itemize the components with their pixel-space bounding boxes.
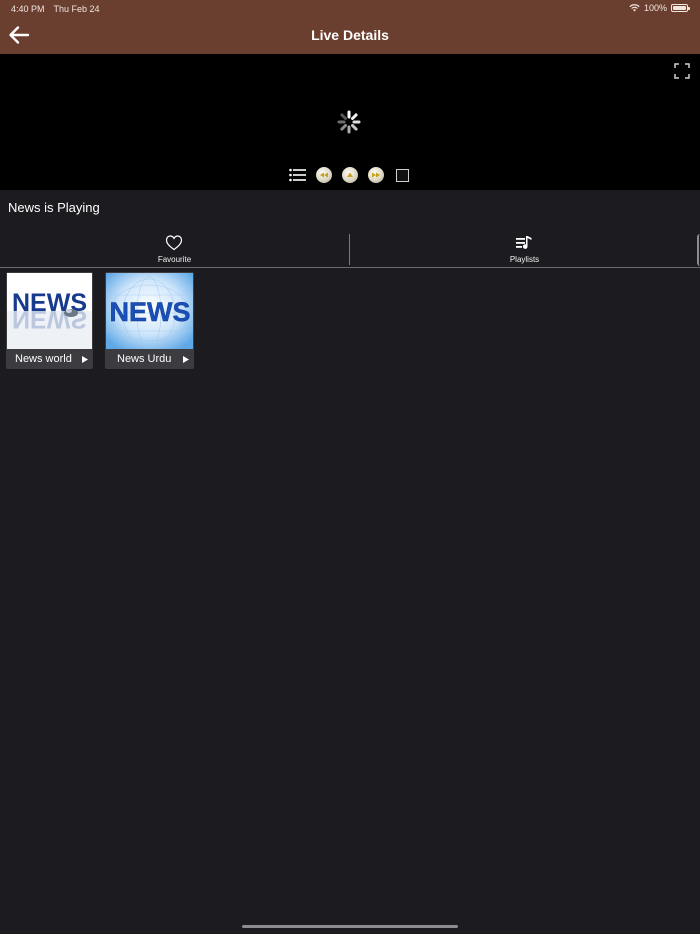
- status-date: Thu Feb 24: [53, 4, 100, 14]
- video-player[interactable]: [0, 54, 700, 190]
- status-time: 4:40 PM: [11, 4, 45, 14]
- rewind-button[interactable]: [316, 167, 332, 183]
- play-button[interactable]: [342, 167, 358, 183]
- battery-icon: [671, 4, 690, 12]
- tab-playlists[interactable]: Playlists: [350, 228, 699, 268]
- status-bar-right: 100%: [629, 3, 690, 13]
- thumb-text: NEWS: [110, 297, 191, 327]
- app-header: 4:40 PM Thu Feb 24 100% Live Details: [0, 0, 700, 54]
- loading-spinner-icon: [337, 110, 361, 134]
- tab-bar: Favourite Playlists: [0, 228, 700, 268]
- play-arrow-icon: [183, 356, 189, 363]
- rewind-icon: [320, 172, 328, 178]
- channel-thumbnail: NEWS NEWS: [7, 273, 92, 349]
- status-bar-time: 4:40 PM Thu Feb 24: [11, 4, 100, 14]
- player-controls: [289, 166, 409, 184]
- now-playing-text: News is Playing: [8, 200, 100, 215]
- channel-card-news-urdu[interactable]: NEWS News Urdu: [105, 272, 194, 369]
- play-icon: [347, 172, 353, 177]
- channel-name: News world: [15, 353, 72, 365]
- list-icon[interactable]: [289, 168, 306, 182]
- home-indicator: [242, 925, 458, 928]
- fullscreen-icon: [674, 63, 690, 79]
- thumb-reflection: NEWS: [12, 305, 87, 333]
- heart-icon: [165, 235, 183, 251]
- channel-card-news-world[interactable]: NEWS NEWS News world: [6, 272, 93, 369]
- tab-favourite-label: Favourite: [157, 255, 192, 264]
- channel-name: News Urdu: [117, 353, 172, 365]
- channel-thumbnail: NEWS: [106, 273, 193, 349]
- wifi-icon: [629, 4, 640, 12]
- tab-playlists-label: Playlists: [509, 255, 540, 264]
- forward-icon: [372, 172, 380, 178]
- battery-percent: 100%: [643, 3, 667, 13]
- tab-favourite[interactable]: Favourite: [0, 228, 349, 268]
- fullscreen-button[interactable]: [674, 63, 690, 79]
- play-arrow-icon: [82, 356, 88, 363]
- epg-icon[interactable]: [396, 168, 409, 182]
- playlist-icon: [516, 236, 532, 249]
- page-title: Live Details: [311, 27, 389, 43]
- forward-button[interactable]: [368, 167, 384, 183]
